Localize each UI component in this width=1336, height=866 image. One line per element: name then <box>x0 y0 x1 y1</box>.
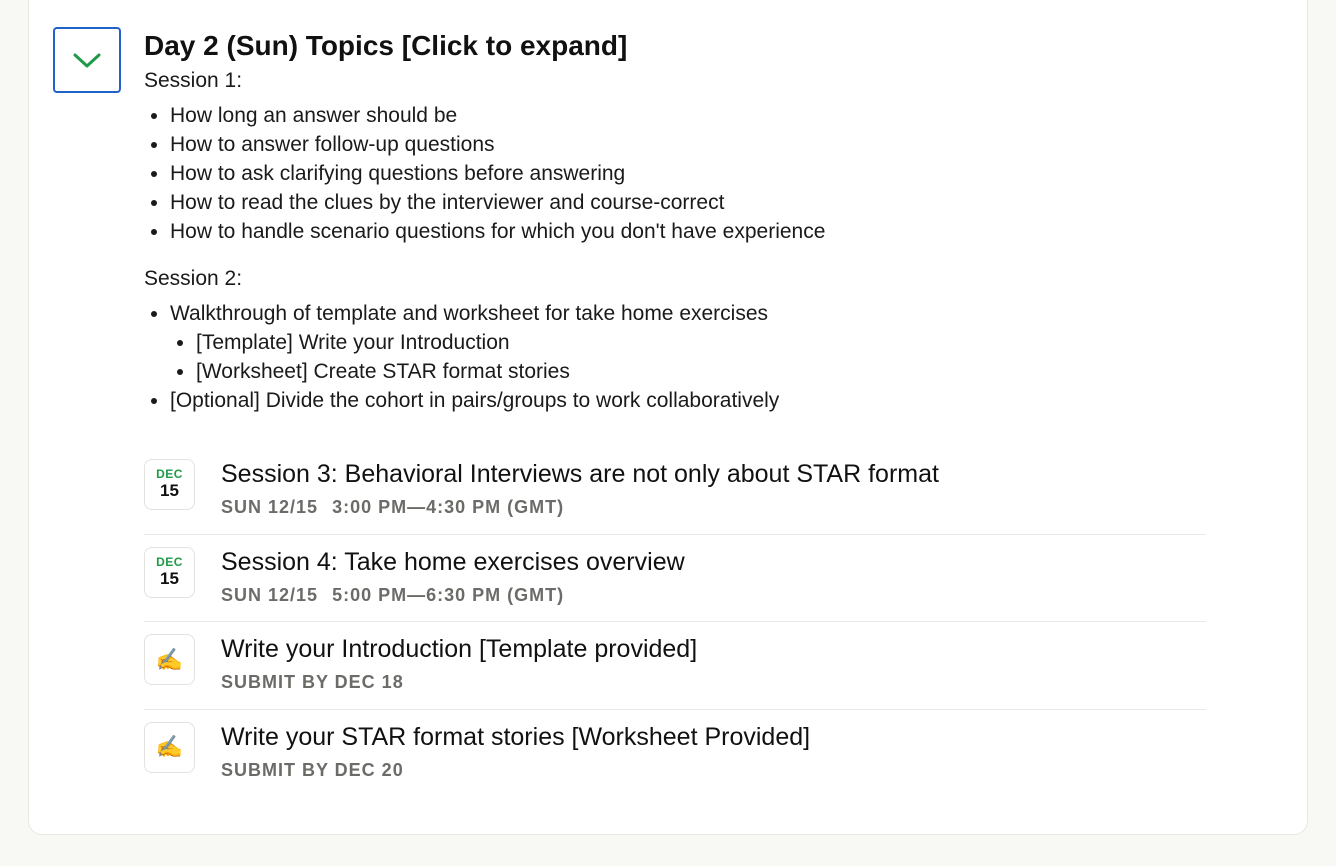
list-item: [Optional] Divide the cohort in pairs/gr… <box>170 386 1206 415</box>
calendar-date-badge: DEC 15 <box>144 459 195 510</box>
list-item-text: Walkthrough of template and worksheet fo… <box>170 302 769 325</box>
event-datetime: SUN 12/15 3:00 PM—4:30 PM (GMT) <box>221 495 564 519</box>
event-title[interactable]: Session 4: Take home exercises overview <box>221 546 685 578</box>
assignment-due: SUBMIT BY DEC 18 <box>221 672 404 692</box>
chevron-down-icon <box>73 53 101 68</box>
events-list: DEC 15 Session 3: Behavioral Interviews … <box>144 447 1206 797</box>
event-row-session-3[interactable]: DEC 15 Session 3: Behavioral Interviews … <box>144 447 1206 535</box>
calendar-date-badge: DEC 15 <box>144 546 195 598</box>
session-1-list: How long an answer should be How to answ… <box>144 101 1206 246</box>
event-title[interactable]: Session 3: Behavioral Interviews are not… <box>221 458 939 490</box>
assignment-row-introduction[interactable]: ✍️ Write your Introduction [Template pro… <box>144 622 1206 710</box>
expand-toggle-button[interactable] <box>53 27 121 93</box>
session-1-label: Session 1: <box>144 69 243 92</box>
list-item: How to handle scenario questions for whi… <box>170 217 1206 246</box>
topic-title[interactable]: Day 2 (Sun) Topics [Click to expand] <box>144 28 1206 64</box>
event-date: SUN 12/15 <box>221 584 319 605</box>
session-2-label: Session 2: <box>144 267 243 290</box>
writing-hand-icon: ✍️ <box>155 646 184 672</box>
event-time: 3:00 PM—4:30 PM (GMT) <box>332 497 565 517</box>
assignment-due: SUBMIT BY DEC 20 <box>221 759 404 780</box>
assignment-badge: ✍️ <box>144 721 195 773</box>
event-datetime: SUN 12/15 5:00 PM—6:30 PM (GMT) <box>221 583 564 607</box>
badge-month: DEC <box>156 554 183 569</box>
list-item: How to answer follow-up questions <box>170 130 1206 159</box>
assignment-title[interactable]: Write your Introduction [Template provid… <box>221 633 697 665</box>
topic-content: Day 2 (Sun) Topics [Click to expand] Ses… <box>144 28 1206 415</box>
assignment-row-star-stories[interactable]: ✍️ Write your STAR format stories [Works… <box>144 710 1206 798</box>
list-item: [Template] Write your Introduction <box>196 328 1206 357</box>
list-item: How to read the clues by the interviewer… <box>170 188 1206 217</box>
event-time: 5:00 PM—6:30 PM (GMT) <box>332 584 565 605</box>
assignment-title[interactable]: Write your STAR format stories [Workshee… <box>221 721 810 753</box>
session-2-list: Walkthrough of template and worksheet fo… <box>144 299 1206 415</box>
nested-list: [Template] Write your Introduction [Work… <box>170 328 1206 386</box>
list-item: How long an answer should be <box>170 101 1206 130</box>
list-item: Walkthrough of template and worksheet fo… <box>170 299 1206 386</box>
badge-day: 15 <box>160 481 179 500</box>
writing-hand-icon: ✍️ <box>155 734 184 759</box>
event-date: SUN 12/15 <box>221 497 319 517</box>
list-item: How to ask clarifying questions before a… <box>170 159 1206 188</box>
assignment-badge: ✍️ <box>144 634 195 685</box>
event-row-session-4[interactable]: DEC 15 Session 4: Take home exercises ov… <box>144 535 1206 622</box>
badge-month: DEC <box>156 467 183 481</box>
badge-day: 15 <box>160 568 179 588</box>
list-item: [Worksheet] Create STAR format stories <box>196 357 1206 386</box>
